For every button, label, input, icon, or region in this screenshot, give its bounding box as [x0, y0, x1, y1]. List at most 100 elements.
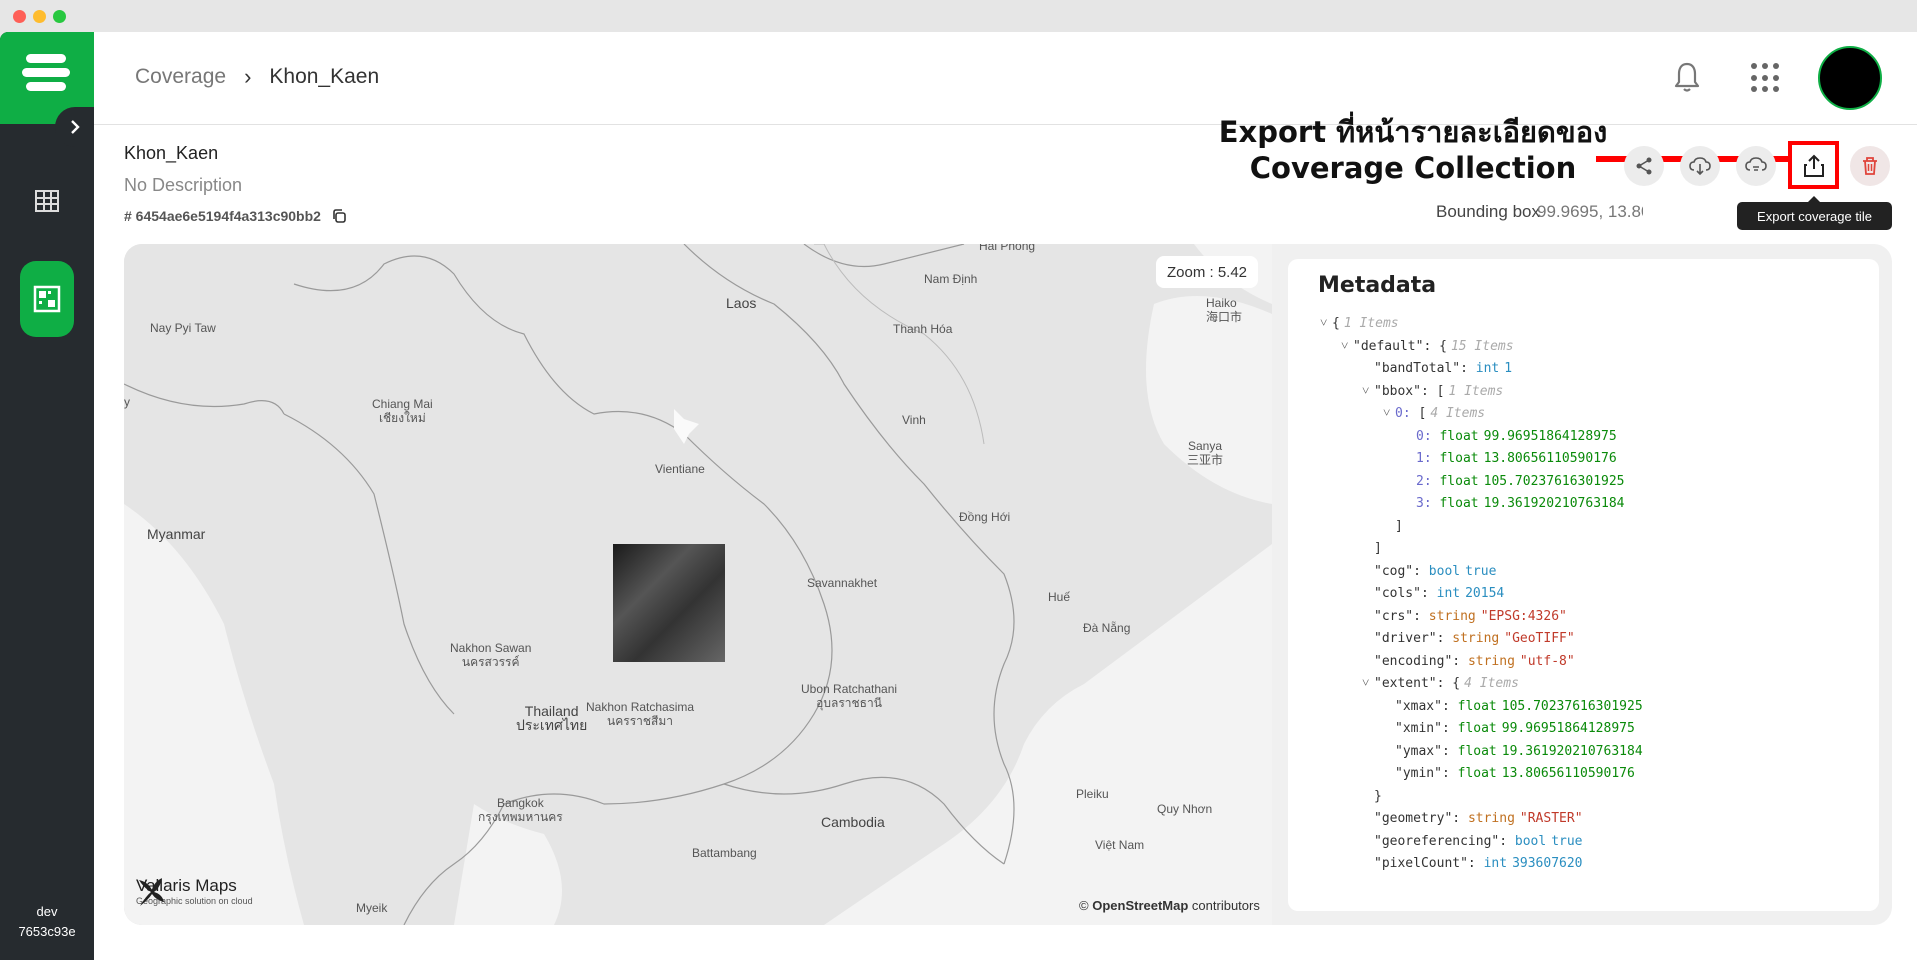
- attribution-suffix: contributors: [1191, 898, 1260, 913]
- close-window-button[interactable]: [13, 10, 26, 23]
- breadcrumb-coverage-link[interactable]: Coverage: [135, 65, 226, 89]
- coverage-id-text: # 6454ae6e5194f4a313c90bb2: [124, 208, 321, 224]
- collapse-toggle-icon[interactable]: ˅: [1362, 381, 1369, 404]
- metadata-json-line: "encoding": string "utf-8": [1374, 653, 1575, 669]
- trash-icon: [1863, 157, 1877, 175]
- map-label-viet-nam: Việt Nam: [1095, 838, 1145, 852]
- metadata-json-line[interactable]: ˅ "default": {15 Items: [1318, 336, 1858, 359]
- coverage-raster-layer[interactable]: [613, 544, 725, 662]
- json-key: "geometry": [1374, 811, 1453, 826]
- json-type: int: [1475, 361, 1500, 376]
- json-type: float: [1457, 698, 1497, 714]
- annotation-line-1: Export ที่หน้ารายละเอียดของ: [1218, 115, 1608, 149]
- user-name: dev: [36, 904, 58, 919]
- apps-grid-icon: [1773, 74, 1779, 81]
- json-key: "bandTotal": [1374, 361, 1461, 376]
- minimize-window-button[interactable]: [33, 10, 46, 23]
- json-value: true: [1551, 833, 1583, 849]
- user-info[interactable]: dev 7653c93e: [0, 902, 94, 942]
- json-value: 19.361920210763184: [1483, 496, 1625, 511]
- metadata-json-line[interactable]: ˅ "extent": {4 Items: [1318, 673, 1858, 696]
- metadata-json-line: "georeferencing": bool true: [1374, 833, 1583, 849]
- top-bar: Coverage › Khon_Kaen: [94, 32, 1917, 125]
- breadcrumb: Coverage › Khon_Kaen: [135, 64, 379, 90]
- metadata-json-line[interactable]: ˅ {1 Items: [1318, 313, 1858, 336]
- apps-grid-icon: [1762, 86, 1768, 93]
- annotation-label: Export ที่หน้ารายละเอียดของ Coverage Col…: [1198, 114, 1628, 186]
- apps-grid-icon: [1751, 63, 1757, 69]
- notifications-button[interactable]: [1671, 60, 1703, 94]
- map-label-hue: Huế: [1048, 590, 1071, 604]
- map-label-nakhon-ratchasima: Nakhon Ratchasima นครราชสีมา: [586, 700, 694, 728]
- json-index: 0: [1416, 428, 1424, 444]
- maximize-window-button[interactable]: [53, 10, 66, 23]
- sidebar-item-features[interactable]: [20, 174, 74, 228]
- collapse-toggle-icon[interactable]: ˅: [1362, 673, 1369, 696]
- json-bracket: [: [1436, 383, 1445, 399]
- json-type: bool: [1428, 563, 1461, 579]
- json-value: 99.96951864128975: [1483, 428, 1617, 444]
- map-label-hai-phong: Hai Phong: [979, 244, 1036, 253]
- map-label-nakhon-sawan-th: นครสวรรค์: [461, 655, 520, 669]
- openstreetmap-link[interactable]: OpenStreetMap: [1092, 898, 1188, 913]
- metadata-json-line: 0: float 99.96951864128975: [1416, 428, 1617, 444]
- map-view[interactable]: Hai Phong Nam Định Laos Thanh Hóa Haiko 海…: [124, 244, 1272, 925]
- map-label-bangkok: Bangkok กรุงเทพมหานคร: [478, 796, 563, 824]
- metadata-json-viewer[interactable]: ˅{1 Items ˅ "default": {15 Items "bandTotal…: [1318, 313, 1858, 898]
- metadata-json-line: "pixelCount": int 393607620: [1374, 856, 1583, 871]
- apps-grid-icon: [1762, 63, 1768, 69]
- collapse-toggle-icon[interactable]: ˅: [1383, 403, 1390, 426]
- metadata-json-line: "bandTotal": int 1: [1374, 361, 1513, 376]
- map-label-ubon-en: Ubon Ratchathani: [801, 682, 898, 696]
- json-index: 0: [1395, 406, 1403, 421]
- apps-grid-icon: [1773, 63, 1779, 69]
- json-type: string: [1428, 608, 1476, 624]
- map-label-myanmar: Myanmar: [147, 526, 206, 542]
- map-label-haikou-cn: 海口市: [1206, 310, 1243, 324]
- metadata-json-line[interactable]: ˅ "bbox": [1 Items: [1318, 381, 1858, 404]
- json-item-count: 4 Items: [1430, 406, 1486, 421]
- collapse-toggle-icon[interactable]: ˅: [1341, 336, 1348, 359]
- metadata-json-line: "ymin": float 13.80656110590176: [1395, 766, 1635, 781]
- map-label-myeik: Myeik: [356, 901, 388, 915]
- expand-sidebar-button[interactable]: [55, 107, 95, 147]
- map-label-sanya-en: Sanya: [1187, 439, 1223, 453]
- map-label-pleiku: Pleiku: [1076, 787, 1109, 801]
- map-label-nay-pyi-taw: Nay Pyi Taw: [150, 321, 216, 335]
- avatar[interactable]: [1818, 46, 1882, 110]
- metadata-json-line: "crs": string "EPSG:4326": [1374, 608, 1567, 624]
- json-key: "xmax": [1395, 698, 1442, 714]
- json-type: float: [1439, 451, 1479, 466]
- json-value: 99.96951864128975: [1501, 721, 1635, 736]
- sidebar-item-coverage[interactable]: [20, 261, 74, 337]
- json-value: "RASTER": [1519, 811, 1583, 826]
- json-type: string: [1467, 653, 1515, 669]
- logo-stripe: [26, 54, 66, 63]
- map-label-dong-hoi: Đồng Hới: [959, 510, 1011, 524]
- json-key: "driver": [1374, 631, 1437, 646]
- apps-menu-button[interactable]: [1751, 63, 1781, 93]
- json-value: "utf-8": [1519, 653, 1575, 669]
- json-bracket: {: [1452, 676, 1461, 691]
- link-button[interactable]: [1736, 146, 1776, 186]
- download-button[interactable]: [1680, 146, 1720, 186]
- map-label-nakhon-sawan: Nakhon Sawan นครสวรรค์: [450, 641, 531, 669]
- map-label-ubon-ratchathani: Ubon Ratchathani อุบลราชธานี: [801, 682, 897, 710]
- map-label-chiang-mai-en: Chiang Mai: [372, 397, 433, 411]
- delete-button[interactable]: [1850, 146, 1890, 186]
- bounding-box-label: Bounding box: [1436, 202, 1540, 221]
- annotation-line-2: Coverage Collection: [1249, 151, 1577, 185]
- chevron-right-icon: [71, 120, 80, 134]
- json-key: "georeferencing": [1374, 833, 1500, 849]
- share-button[interactable]: [1624, 146, 1664, 186]
- export-tooltip: Export coverage tile: [1737, 196, 1892, 230]
- map-label-thailand-th: ประเทศไทย: [516, 717, 588, 733]
- metadata-json-line[interactable]: ˅ 0: [4 Items: [1318, 403, 1858, 426]
- json-type: float: [1439, 473, 1479, 489]
- logo-stripe: [22, 68, 70, 77]
- json-value: true: [1465, 563, 1497, 579]
- json-value: "EPSG:4326": [1480, 608, 1567, 624]
- copy-icon[interactable]: [331, 208, 347, 224]
- link-icon: [1745, 157, 1767, 171]
- collapse-toggle-icon[interactable]: ˅: [1320, 313, 1327, 336]
